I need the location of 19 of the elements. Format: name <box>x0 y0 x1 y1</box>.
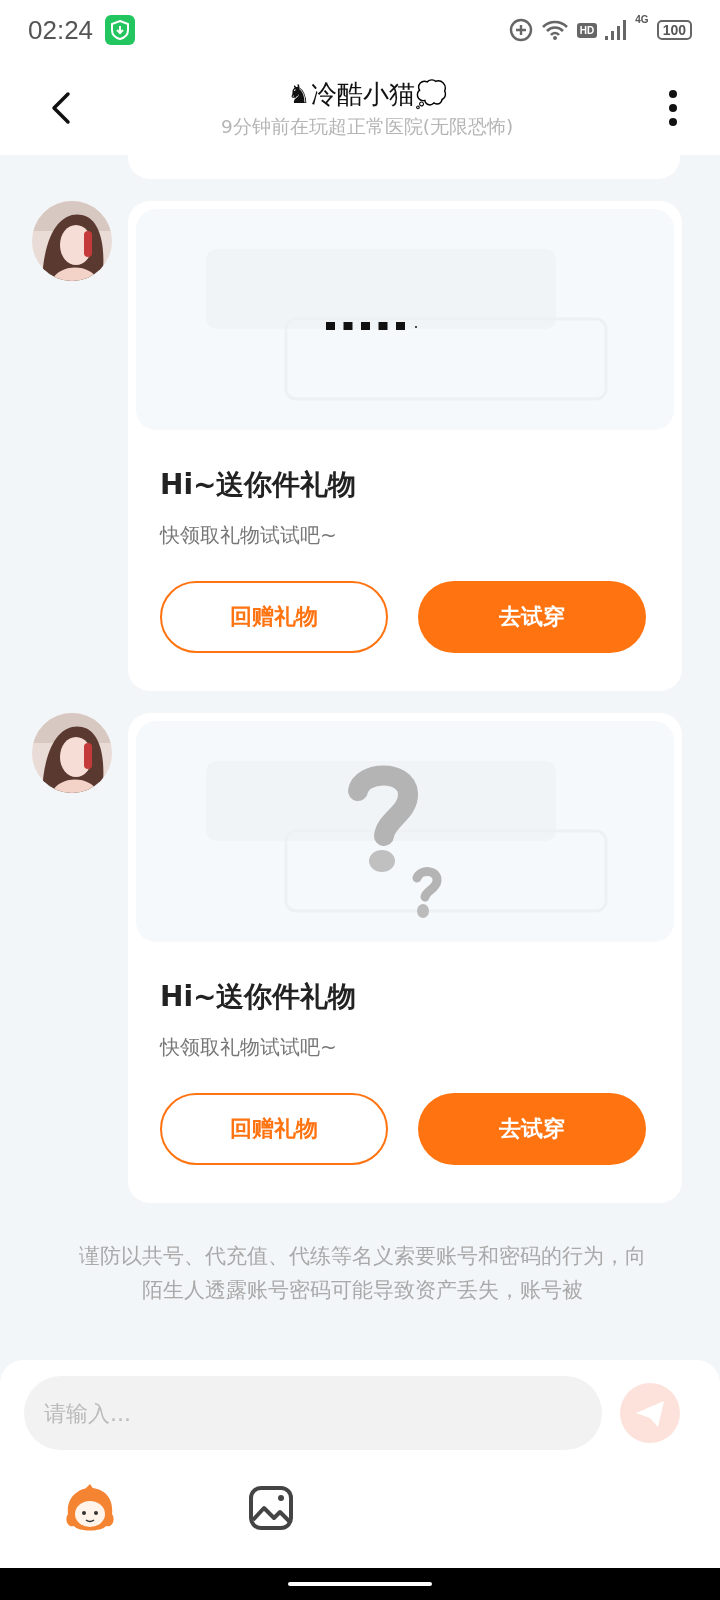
hd-badge: HD <box>576 22 598 38</box>
network-type: 4G <box>635 14 649 25</box>
try-on-button[interactable]: 去试穿 <box>418 1093 646 1165</box>
status-time: 02:24 <box>28 14 94 46</box>
chat-title: ♞冷酷小猫💭 <box>287 77 447 111</box>
return-gift-button[interactable]: 回赠礼物 <box>160 1093 388 1165</box>
gift-text: 快领取礼物试试吧~ <box>160 1034 338 1061</box>
gift-title: Hi~送你件礼物 <box>160 467 358 503</box>
battery-level: 100 <box>656 20 692 40</box>
security-notice: 谨防以共号、代充值、代练等名义索要账号和密码的行为，向陌生人透露账号密码可能导致资产丢失，账号被 <box>77 1242 647 1304</box>
gift-title: Hi~送你件礼物 <box>160 979 358 1015</box>
wifi-icon <box>540 19 569 41</box>
shield-icon <box>105 15 136 45</box>
try-on-button[interactable]: 去试穿 <box>418 581 646 653</box>
return-gift-button[interactable]: 回赠礼物 <box>160 581 388 653</box>
data-saver-icon <box>508 18 533 42</box>
activity-status: 9分钟前在玩超正常医院(无限恐怖) <box>220 114 514 139</box>
gift-text: 快领取礼物试试吧~ <box>160 522 338 549</box>
signal-icon <box>605 20 628 40</box>
